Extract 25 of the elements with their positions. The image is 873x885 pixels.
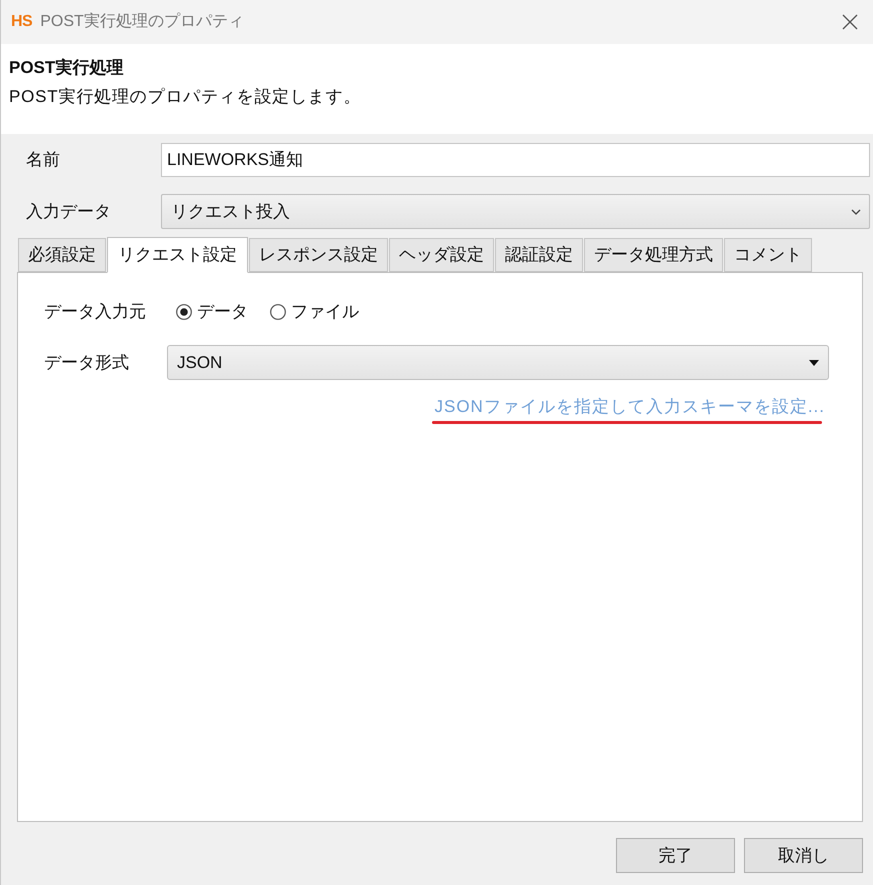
dialog-button[interactable]: 完了 [616,838,735,873]
tab[interactable]: リクエスト設定 [107,237,248,273]
tab[interactable]: コメント [724,238,812,272]
field-label: 名前 [26,149,61,172]
header-description: POST実行処理のプロパティを設定します。 [9,86,362,107]
radio-option[interactable]: ファイル [270,299,359,325]
field-label: 入力データ [26,200,112,223]
header-title: POST実行処理 [9,57,124,78]
radio-option[interactable]: データ [176,299,248,325]
window-title: POST実行処理のプロパティ [40,12,244,32]
tab[interactable]: データ処理方式 [584,238,723,272]
close-icon [842,14,858,30]
tab[interactable]: レスポンス設定 [249,238,388,272]
tab[interactable]: 認証設定 [495,238,583,272]
tab[interactable]: 必須設定 [18,238,106,272]
dropdown-triangle-icon [809,360,819,366]
chevron-down-icon [851,208,861,214]
app-logo: HS [11,12,32,32]
field-label: データ形式 [44,352,130,374]
field-label: データ入力元 [44,301,147,324]
dropdown-field[interactable]: リクエスト投入 [161,194,870,229]
dropdown-field[interactable]: JSON [167,345,829,380]
dialog-button[interactable]: 取消し [744,838,863,873]
text-field[interactable]: LINEWORKS通知 [161,143,870,177]
tab[interactable]: ヘッダ設定 [389,238,494,272]
